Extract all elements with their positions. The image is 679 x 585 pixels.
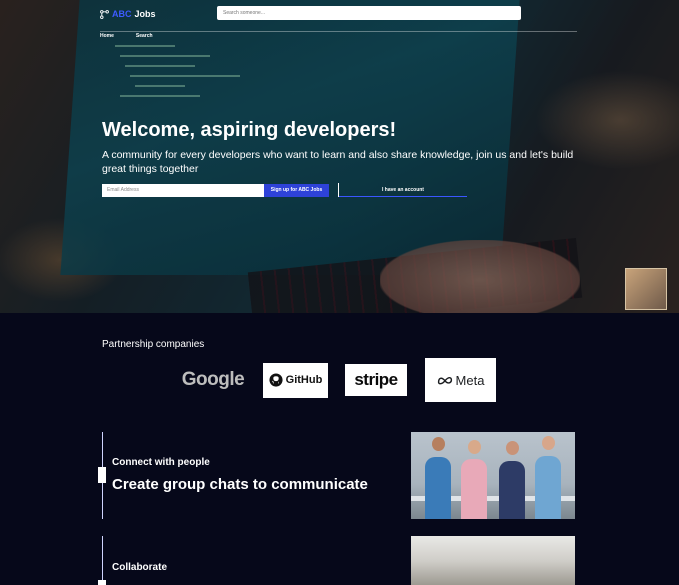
partners-heading: Partnership companies <box>102 339 205 350</box>
feature-timeline-line <box>102 536 103 585</box>
signup-button[interactable]: Sign up for ABC Jobs <box>264 183 329 197</box>
photo-person <box>461 459 487 519</box>
search-input[interactable] <box>217 6 521 20</box>
hero-subtitle: A community for every developers who wan… <box>102 149 574 175</box>
github-logo: GitHub <box>263 362 328 398</box>
chat-bubble-icon[interactable] <box>625 268 667 310</box>
signup-form: Sign up for ABC Jobs I have an account <box>102 183 467 197</box>
brand-name-jobs: Jobs <box>134 9 156 19</box>
hero-banner: ABC Jobs Home Search Welcome, aspiring d… <box>0 0 679 313</box>
photo-person <box>535 456 561 519</box>
feature-kicker: Collaborate <box>112 562 168 573</box>
feature-photo-office <box>411 536 575 585</box>
email-field[interactable] <box>102 183 264 197</box>
hero-title: Welcome, aspiring developers! <box>102 119 397 141</box>
photo-person <box>499 461 525 519</box>
top-nav: ABC Jobs Home Search <box>100 6 577 39</box>
meta-logo-text: Meta <box>455 372 485 388</box>
have-account-button[interactable]: I have an account <box>339 184 467 197</box>
stripe-logo: stripe <box>345 364 407 396</box>
abc-jobs-logo-icon <box>100 9 109 19</box>
nav-link-home[interactable]: Home <box>100 33 114 39</box>
google-logo-text: Google <box>181 369 245 390</box>
nav-divider <box>100 31 577 32</box>
nav-link-search[interactable]: Search <box>136 33 153 39</box>
feature-headline: Create group chats to communicate <box>112 476 368 493</box>
partner-logos: Google GitHub stripe Meta <box>180 358 496 402</box>
meta-icon <box>437 376 452 385</box>
brand-name-abc: ABC <box>112 9 132 19</box>
photo-person-head <box>542 436 555 450</box>
brand-logo[interactable]: ABC Jobs <box>100 9 156 19</box>
photo-person <box>425 457 451 519</box>
google-logo: Google <box>180 359 246 401</box>
feature-timeline-marker <box>98 467 106 483</box>
feature-photo-people <box>411 432 575 519</box>
feature-connect: Connect with people Create group chats t… <box>98 432 577 519</box>
photo-person-head <box>468 440 481 454</box>
feature-kicker: Connect with people <box>112 457 210 468</box>
github-icon <box>269 373 283 387</box>
meta-logo: Meta <box>425 358 496 402</box>
feature-timeline-marker <box>98 580 106 585</box>
photo-person-head <box>506 441 519 455</box>
feature-collaborate: Collaborate <box>98 536 577 585</box>
photo-person-head <box>432 437 445 451</box>
nav-links: Home Search <box>100 33 153 39</box>
github-logo-text: GitHub <box>285 374 323 386</box>
stripe-logo-text: stripe <box>354 370 398 389</box>
